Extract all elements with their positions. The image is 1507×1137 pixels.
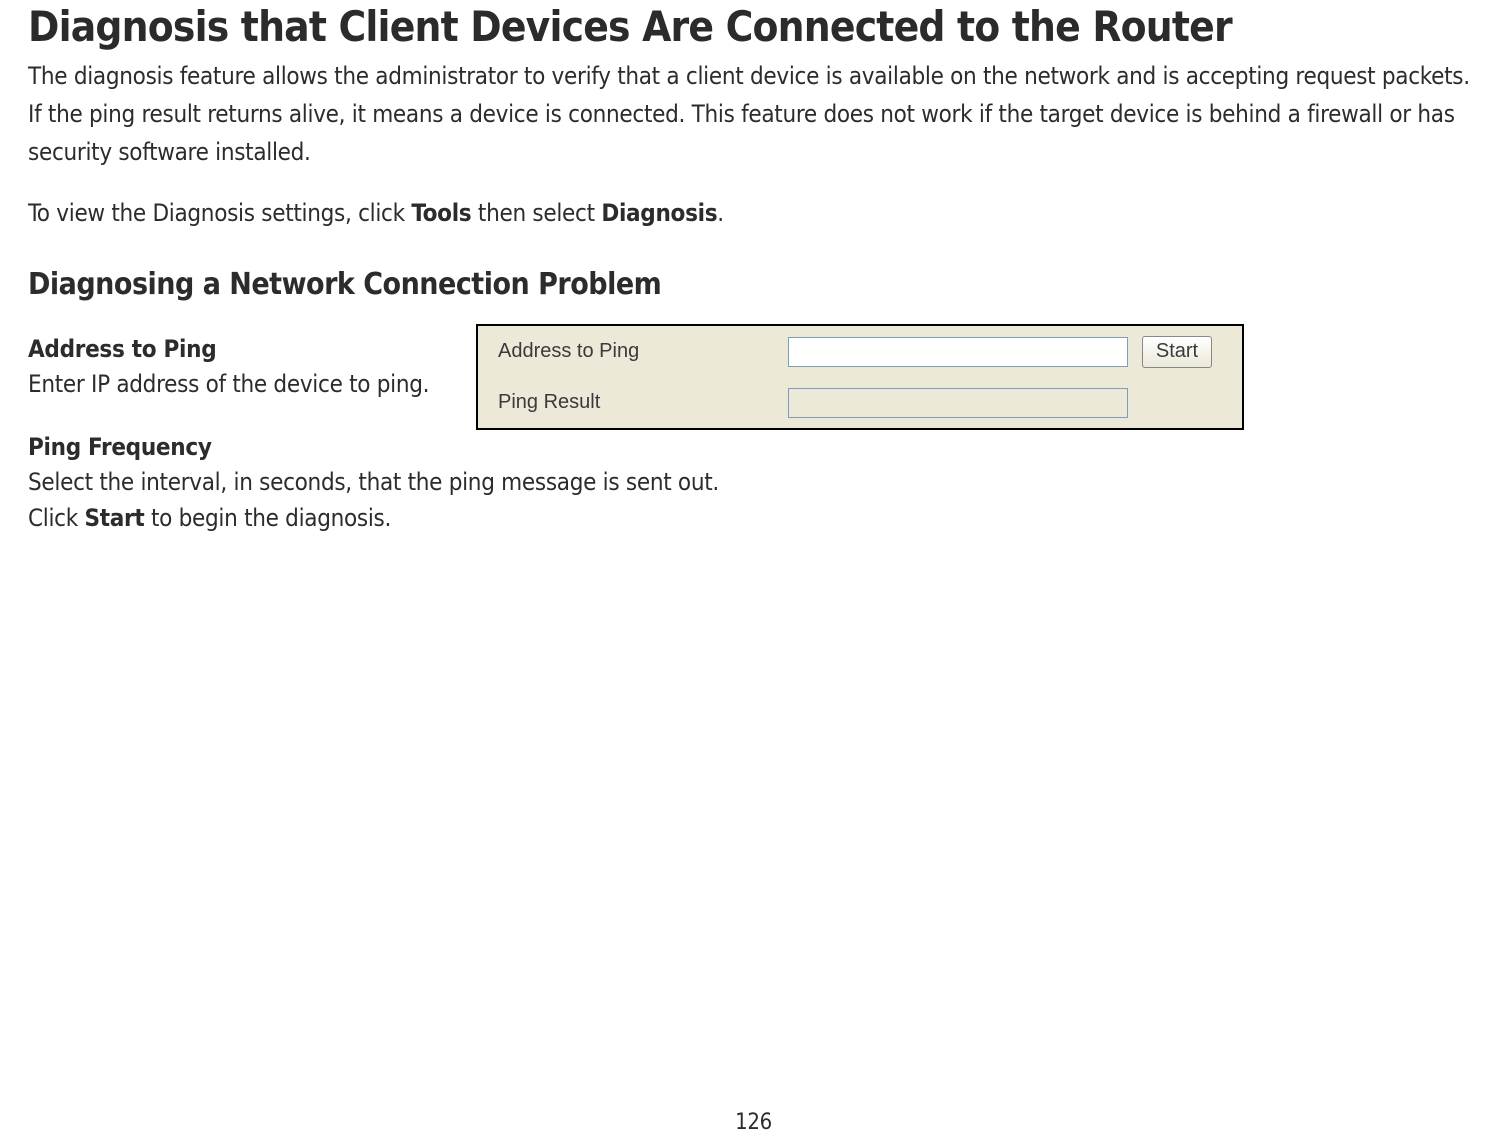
intro-paragraph: The diagnosis feature allows the adminis… xyxy=(28,57,1478,171)
panel-label-address: Address to Ping xyxy=(498,340,788,363)
field-desc-frequency: Select the interval, in seconds, that th… xyxy=(28,464,1479,500)
action-bold: Start xyxy=(85,504,145,532)
ping-panel: Address to Ping Start Ping Result xyxy=(476,324,1244,430)
field-title-frequency: Ping Frequency xyxy=(28,430,1479,464)
action-prefix: Click xyxy=(28,504,85,532)
nav-suffix: . xyxy=(717,199,724,227)
ping-panel-row-result: Ping Result xyxy=(478,377,1242,428)
address-input[interactable] xyxy=(788,337,1128,367)
nav-tools-bold: Tools xyxy=(411,199,471,227)
page-title: Diagnosis that Client Devices Are Connec… xyxy=(28,0,1479,51)
section-title: Diagnosing a Network Connection Problem xyxy=(28,267,1479,302)
page-number: 126 xyxy=(0,1110,1507,1135)
nav-prefix: To view the Diagnosis settings, click xyxy=(28,199,411,227)
field-block-frequency: Ping Frequency Select the interval, in s… xyxy=(28,430,1479,536)
result-output xyxy=(788,388,1128,418)
ping-panel-row-address: Address to Ping Start xyxy=(478,326,1242,377)
nav-diagnosis-bold: Diagnosis xyxy=(601,199,717,227)
body-area: Address to Ping Enter IP address of the … xyxy=(28,332,1479,536)
panel-label-result: Ping Result xyxy=(498,391,788,414)
document-page: Diagnosis that Client Devices Are Connec… xyxy=(0,0,1507,1137)
start-button[interactable]: Start xyxy=(1142,336,1212,368)
field-action-line: Click Start to begin the diagnosis. xyxy=(28,500,1479,536)
nav-mid: then select xyxy=(471,199,601,227)
nav-instruction: To view the Diagnosis settings, click To… xyxy=(28,195,1478,231)
action-suffix: to begin the diagnosis. xyxy=(144,504,391,532)
